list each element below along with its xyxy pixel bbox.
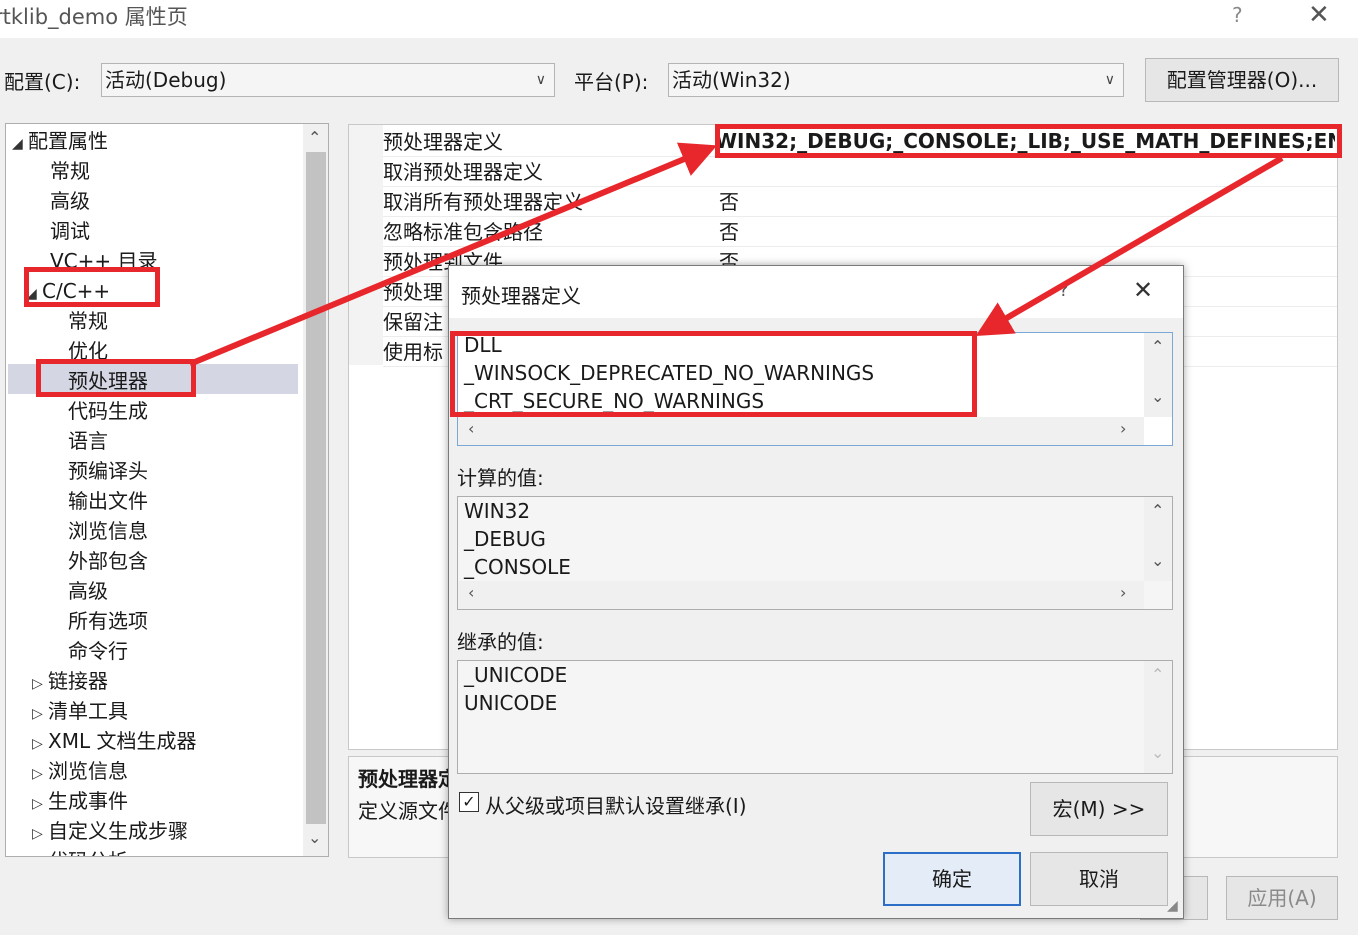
arrow-to-edit-box bbox=[975, 155, 1284, 337]
annotation-arrows bbox=[188, 142, 1284, 367]
arrow-to-definitions bbox=[188, 142, 718, 367]
